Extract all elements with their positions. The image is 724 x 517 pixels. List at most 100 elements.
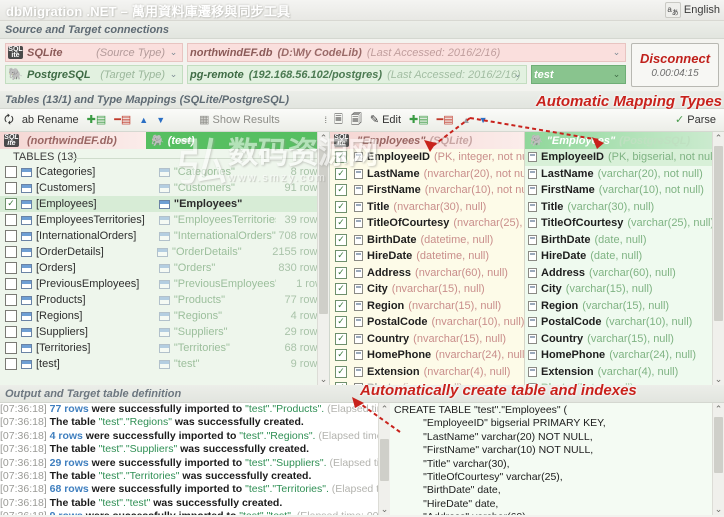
table-row[interactable]: [Regions] "Regions" 4 rows	[0, 308, 329, 324]
target-field-row[interactable]: EmployeeID (PK, bigserial, not null)	[525, 149, 724, 166]
table-row[interactable]: [Orders] "Orders" 830 rows	[0, 260, 329, 276]
target-database-combo[interactable]: test ⌄	[531, 65, 626, 84]
chevron-down-icon[interactable]: ⌄	[167, 66, 180, 83]
table-checkbox[interactable]	[5, 230, 17, 242]
target-field-row[interactable]: BirthDate (date, null)	[525, 232, 724, 249]
source-connection-combo[interactable]: northwindEF.db (D:\My CodeLib) (Last Acc…	[187, 43, 626, 62]
target-field-row[interactable]: Photo (bytea, null)	[525, 380, 724, 385]
check-all-button[interactable]: ✚▤	[83, 111, 111, 129]
field-checkbox[interactable]: ✓	[335, 365, 347, 378]
table-row[interactable]: [InternationalOrders] "InternationalOrder…	[0, 228, 329, 244]
table-row[interactable]: [Categories] "Categories" 8 rows	[0, 164, 329, 180]
table-row[interactable]: [EmployeesTerritories] "EmployeesTerritor…	[0, 212, 329, 228]
table-row[interactable]: [Products] "Products" 77 rows	[0, 292, 329, 308]
table-checkbox[interactable]	[5, 278, 17, 290]
refresh-button[interactable]: 🗘	[0, 111, 18, 129]
table-checkbox[interactable]	[5, 262, 17, 274]
field-checkbox[interactable]: ✓	[335, 184, 347, 197]
sql-scrollbar[interactable]: ⌃ ⌄	[712, 403, 724, 515]
source-field-row[interactable]: ✓ City (nvarchar(15), null)	[330, 281, 524, 298]
source-field-row[interactable]: ✓ BirthDate (datetime, null)	[330, 232, 524, 249]
source-field-row[interactable]: ✓ Address (nvarchar(60), null)	[330, 265, 524, 282]
source-field-row[interactable]: ✓ TitleOfCourtesy(nvarchar(25), null)	[330, 215, 524, 232]
chevron-down-icon[interactable]: ⌄	[511, 66, 524, 83]
target-field-row[interactable]: HomePhone (varchar(24), null)	[525, 347, 724, 364]
language-switcher[interactable]: aあ English	[664, 2, 720, 18]
toolbar-overflow-icon[interactable]: ⁞	[324, 115, 327, 125]
target-field-row[interactable]: Title (varchar(30), null)	[525, 199, 724, 216]
move-up-button[interactable]: ▲	[135, 111, 152, 129]
field-checkbox[interactable]: ✓	[335, 299, 347, 312]
script-button[interactable]: 🗏	[330, 111, 347, 129]
chevron-down-icon[interactable]: ⌄	[610, 44, 623, 61]
field-checkbox[interactable]: ✓	[335, 151, 347, 164]
target-field-row[interactable]: TitleOfCourtesy (varchar(25), null)	[525, 215, 724, 232]
table-checkbox[interactable]	[5, 294, 17, 306]
uncheck-all-fields-button[interactable]: ━▤	[433, 111, 458, 129]
source-field-row[interactable]: ✓ HireDate (datetime, null)	[330, 248, 524, 265]
source-field-row[interactable]: ✓ Country (nvarchar(15), null)	[330, 331, 524, 348]
chevron-down-icon[interactable]: ⌄	[167, 44, 180, 61]
parse-button[interactable]: ✓ Parse	[671, 111, 720, 129]
target-field-row[interactable]: FirstName (varchar(10), not null)	[525, 182, 724, 199]
target-field-row[interactable]: City (varchar(15), null)	[525, 281, 724, 298]
scroll-down-icon[interactable]: ⌄	[320, 373, 328, 385]
field-checkbox[interactable]: ✓	[335, 266, 347, 279]
scroll-up-icon[interactable]: ⌃	[715, 132, 723, 144]
table-row[interactable]: [OrderDetails] "OrderDetails" 2155 rows	[0, 244, 329, 260]
rename-button[interactable]: ab Rename	[18, 111, 83, 129]
field-checkbox[interactable]: ✓	[335, 217, 347, 230]
target-connection-combo[interactable]: pg-remote (192.168.56.102/postgres) (Las…	[187, 65, 527, 84]
table-checkbox[interactable]	[5, 246, 17, 258]
table-row[interactable]: [Customers] "Customers" 91 rows	[0, 180, 329, 196]
scroll-up-icon[interactable]: ⌃	[381, 403, 389, 415]
uncheck-all-button[interactable]: ━▤	[110, 111, 135, 129]
scroll-up-icon[interactable]: ⌃	[320, 132, 328, 144]
table-checkbox[interactable]	[5, 310, 17, 322]
table-checkbox[interactable]: ✓	[5, 198, 17, 210]
source-field-row[interactable]: ✓ EmployeeID(PK, integer, not null)	[330, 149, 524, 166]
target-fields-scrollbar[interactable]: ⌃ ⌄	[712, 132, 724, 385]
sql-definition-panel[interactable]: CREATE TABLE "test"."Employees" ( "Emplo…	[390, 403, 724, 515]
source-field-row[interactable]: ✓ LastName (nvarchar(20), not null)	[330, 166, 524, 183]
scroll-down-icon[interactable]: ⌄	[381, 503, 389, 515]
source-type-combo[interactable]: SQL ite SQLite (Source Type) ⌄	[5, 43, 183, 62]
target-field-row[interactable]: Extension (varchar(4), null)	[525, 364, 724, 381]
field-move-down-button[interactable]: ▼	[475, 111, 492, 129]
source-field-row[interactable]: ✓ Title (nvarchar(30), null)	[330, 199, 524, 216]
scroll-up-icon[interactable]: ⌃	[715, 403, 723, 415]
table-checkbox[interactable]	[5, 326, 17, 338]
target-field-row[interactable]: HireDate (date, null)	[525, 248, 724, 265]
source-field-row[interactable]: ✓ Extension (nvarchar(4), null)	[330, 364, 524, 381]
target-type-combo[interactable]: 🐘 PostgreSQL (Target Type) ⌄	[5, 65, 183, 84]
table-checkbox[interactable]	[5, 358, 17, 370]
table-checkbox[interactable]	[5, 182, 17, 194]
scroll-down-icon[interactable]: ⌄	[715, 373, 723, 385]
table-row[interactable]: ✓ [Employees] "Employees"	[0, 196, 329, 212]
check-all-fields-button[interactable]: ✚▤	[405, 111, 433, 129]
scroll-thumb[interactable]	[319, 146, 328, 314]
table-checkbox[interactable]	[5, 214, 17, 226]
target-field-row[interactable]: Country (varchar(15), null)	[525, 331, 724, 348]
field-checkbox[interactable]: ✓	[335, 316, 347, 329]
field-checkbox[interactable]: ✓	[335, 332, 347, 345]
table-row[interactable]: [Suppliers] "Suppliers" 29 rows	[0, 324, 329, 340]
move-down-button[interactable]: ▼	[152, 111, 169, 129]
tables-scrollbar[interactable]: ⌃ ⌄	[317, 132, 329, 385]
scroll-down-icon[interactable]: ⌄	[715, 503, 723, 515]
edit-button[interactable]: ✎ Edit	[366, 111, 405, 129]
target-field-row[interactable]: LastName (varchar(20), not null)	[525, 166, 724, 183]
show-results-button[interactable]: ▦ Show Results	[195, 111, 284, 129]
target-field-row[interactable]: Address (varchar(60), null)	[525, 265, 724, 282]
table-row[interactable]: [PreviousEmployees] "PreviousEmployees" 1 …	[0, 276, 329, 292]
field-checkbox[interactable]: ✓	[335, 233, 347, 246]
field-checkbox[interactable]: ✓	[335, 167, 347, 180]
table-checkbox[interactable]	[5, 342, 17, 354]
scroll-thumb[interactable]	[380, 439, 389, 481]
source-field-row[interactable]: ✓ PostalCode (nvarchar(10), null)	[330, 314, 524, 331]
field-move-up-button[interactable]: ▲	[458, 111, 475, 129]
table-row[interactable]: [test] "test" 9 rows	[0, 356, 329, 372]
field-checkbox[interactable]: ✓	[335, 200, 347, 213]
output-log-panel[interactable]: [07:36:18] 77 rows were successfully imp…	[0, 403, 390, 515]
table-checkbox[interactable]	[5, 166, 17, 178]
